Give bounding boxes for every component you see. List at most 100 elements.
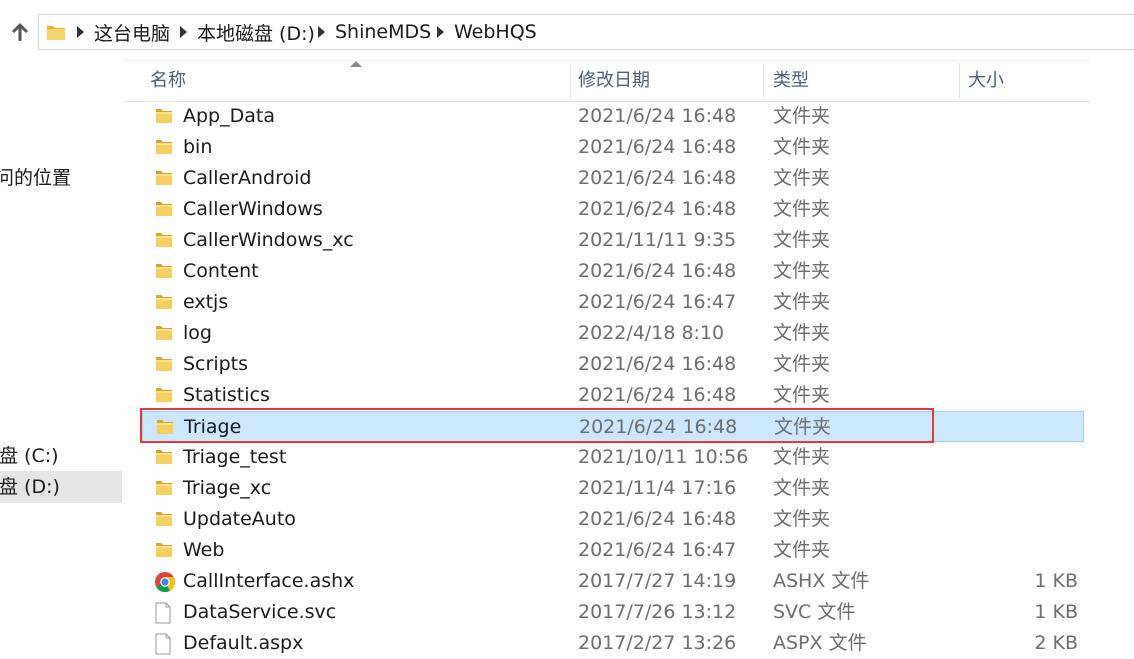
nav-item-disk-d[interactable]: 磁盘 (D:) bbox=[0, 471, 122, 503]
file-date: 2021/6/24 16:47 bbox=[578, 291, 737, 313]
file-type: 文件夹 bbox=[773, 198, 831, 220]
file-name: Web bbox=[183, 539, 225, 561]
address-bar-row: 这台电脑 本地磁盘 (D:) ShineMDS WebHQS bbox=[0, 0, 1134, 64]
file-type: 文件夹 bbox=[773, 136, 831, 158]
nav-item-recent-places[interactable]: 访问的位置 bbox=[0, 162, 122, 194]
file-type: 文件夹 bbox=[773, 322, 831, 344]
breadcrumb-item-this-pc[interactable]: 这台电脑 bbox=[77, 15, 170, 49]
file-date: 2021/6/24 16:47 bbox=[578, 539, 737, 561]
folder-icon bbox=[154, 230, 174, 250]
table-row[interactable]: UpdateAuto 2021/6/24 16:48 文件夹 bbox=[124, 504, 1084, 535]
file-name: Triage_test bbox=[183, 446, 287, 468]
file-type: SVC 文件 bbox=[773, 601, 856, 623]
table-row[interactable]: Web 2021/6/24 16:47 文件夹 bbox=[124, 535, 1084, 566]
file-type: 文件夹 bbox=[773, 446, 831, 468]
table-row[interactable]: extjs 2021/6/24 16:47 文件夹 bbox=[124, 287, 1084, 318]
file-date: 2017/2/27 13:26 bbox=[578, 632, 737, 654]
breadcrumb-item-local-disk-d[interactable]: 本地磁盘 (D:) bbox=[180, 15, 315, 49]
column-divider[interactable] bbox=[570, 63, 571, 99]
table-row[interactable]: Default.aspx 2017/2/27 13:26 ASPX 文件 2 KB bbox=[124, 628, 1084, 659]
table-row-selected[interactable]: Triage 2021/6/24 16:48 文件夹 bbox=[142, 411, 1084, 442]
column-divider[interactable] bbox=[763, 63, 764, 99]
chevron-right-icon[interactable] bbox=[77, 26, 84, 38]
file-name: Triage_xc bbox=[183, 477, 272, 499]
file-icon bbox=[154, 633, 174, 655]
file-list: 名称 修改日期 类型 大小 App_Data 2021/6/24 16:48 文件夹… bbox=[124, 60, 1134, 655]
table-row[interactable]: App_Data 2021/6/24 16:48 文件夹 bbox=[124, 101, 1084, 132]
table-row[interactable]: CallerAndroid 2021/6/24 16:48 文件夹 bbox=[124, 163, 1084, 194]
chevron-right-icon[interactable] bbox=[180, 26, 187, 38]
file-name: CallerWindows bbox=[183, 198, 323, 220]
file-name: log bbox=[183, 322, 212, 344]
file-type: 文件夹 bbox=[773, 539, 831, 561]
file-date: 2021/11/4 17:16 bbox=[578, 477, 737, 499]
column-header-name[interactable]: 名称 bbox=[146, 61, 568, 101]
folder-icon bbox=[154, 354, 174, 374]
address-bar[interactable]: 这台电脑 本地磁盘 (D:) ShineMDS WebHQS bbox=[38, 14, 1134, 50]
table-row[interactable]: CallerWindows_xc 2021/11/11 9:35 文件夹 bbox=[124, 225, 1084, 256]
chevron-right-icon[interactable] bbox=[437, 26, 444, 38]
column-divider[interactable] bbox=[959, 63, 960, 99]
file-name: Statistics bbox=[183, 384, 270, 406]
chevron-right-icon[interactable] bbox=[318, 26, 325, 38]
file-type: ASPX 文件 bbox=[773, 632, 867, 654]
folder-icon bbox=[154, 168, 174, 188]
file-icon bbox=[154, 602, 174, 624]
table-row[interactable]: CallInterface.ashx 2017/7/27 14:19 ASHX 文件… bbox=[124, 566, 1084, 597]
file-type: 文件夹 bbox=[773, 229, 831, 251]
table-row[interactable]: DataService.svc 2017/7/26 13:12 SVC 文件 1 KB bbox=[124, 597, 1084, 628]
file-type: 文件夹 bbox=[773, 167, 831, 189]
table-row[interactable]: Triage_xc 2021/11/4 17:16 文件夹 bbox=[124, 473, 1084, 504]
folder-icon bbox=[154, 137, 174, 157]
file-date: 2021/6/24 16:48 bbox=[578, 167, 737, 189]
folder-icon bbox=[154, 199, 174, 219]
table-row[interactable]: bin 2021/6/24 16:48 文件夹 bbox=[124, 132, 1084, 163]
folder-icon bbox=[154, 106, 174, 126]
file-date: 2021/6/24 16:48 bbox=[578, 353, 737, 375]
file-name: Content bbox=[183, 260, 259, 282]
file-type: 文件夹 bbox=[774, 416, 832, 438]
breadcrumb-item-webhqs[interactable]: WebHQS bbox=[437, 15, 537, 49]
column-header-size[interactable]: 大小 bbox=[964, 61, 1090, 101]
table-row[interactable]: CallerWindows 2021/6/24 16:48 文件夹 bbox=[124, 194, 1084, 225]
file-name: CallerWindows_xc bbox=[183, 229, 354, 251]
file-name: App_Data bbox=[183, 105, 275, 127]
file-date: 2021/11/11 9:35 bbox=[578, 229, 737, 251]
file-date: 2021/6/24 16:48 bbox=[579, 416, 738, 438]
folder-icon bbox=[154, 478, 174, 498]
file-name: Scripts bbox=[183, 353, 249, 375]
folder-icon bbox=[154, 323, 174, 343]
file-name: CallInterface.ashx bbox=[183, 570, 355, 592]
file-type: 文件夹 bbox=[773, 105, 831, 127]
table-row[interactable]: Triage_test 2021/10/11 10:56 文件夹 bbox=[124, 442, 1084, 473]
nav-item-this-pc[interactable]: 电脑 bbox=[0, 224, 122, 256]
folder-icon bbox=[154, 292, 174, 312]
file-type: 文件夹 bbox=[773, 384, 831, 406]
file-date: 2021/6/24 16:48 bbox=[578, 105, 737, 127]
folder-icon bbox=[154, 540, 174, 560]
file-type: 文件夹 bbox=[773, 508, 831, 530]
file-name: DataService.svc bbox=[183, 601, 337, 623]
file-date: 2021/6/24 16:48 bbox=[578, 136, 737, 158]
column-header-type[interactable]: 类型 bbox=[769, 61, 959, 101]
file-size: 1 KB bbox=[1034, 601, 1078, 623]
file-type: 文件夹 bbox=[773, 477, 831, 499]
file-type: ASHX 文件 bbox=[773, 570, 870, 592]
up-arrow-icon[interactable] bbox=[8, 20, 32, 44]
file-date: 2017/7/26 13:12 bbox=[578, 601, 737, 623]
table-row[interactable]: log 2022/4/18 8:10 文件夹 bbox=[124, 318, 1084, 349]
table-row[interactable]: Content 2021/6/24 16:48 文件夹 bbox=[124, 256, 1084, 287]
column-header-date[interactable]: 修改日期 bbox=[574, 61, 764, 101]
file-name: Triage bbox=[184, 416, 242, 438]
nav-item-disk-c[interactable]: 磁盘 (C:) bbox=[0, 440, 122, 472]
breadcrumb-item-shinemds[interactable]: ShineMDS bbox=[318, 15, 431, 49]
file-size: 2 KB bbox=[1034, 632, 1078, 654]
folder-icon bbox=[47, 26, 65, 40]
file-date: 2021/6/24 16:48 bbox=[578, 384, 737, 406]
file-name: CallerAndroid bbox=[183, 167, 312, 189]
file-name: UpdateAuto bbox=[183, 508, 296, 530]
file-date: 2021/6/24 16:48 bbox=[578, 508, 737, 530]
table-row[interactable]: Scripts 2021/6/24 16:48 文件夹 bbox=[124, 349, 1084, 380]
folder-icon bbox=[155, 417, 175, 437]
table-row[interactable]: Statistics 2021/6/24 16:48 文件夹 bbox=[124, 380, 1084, 411]
